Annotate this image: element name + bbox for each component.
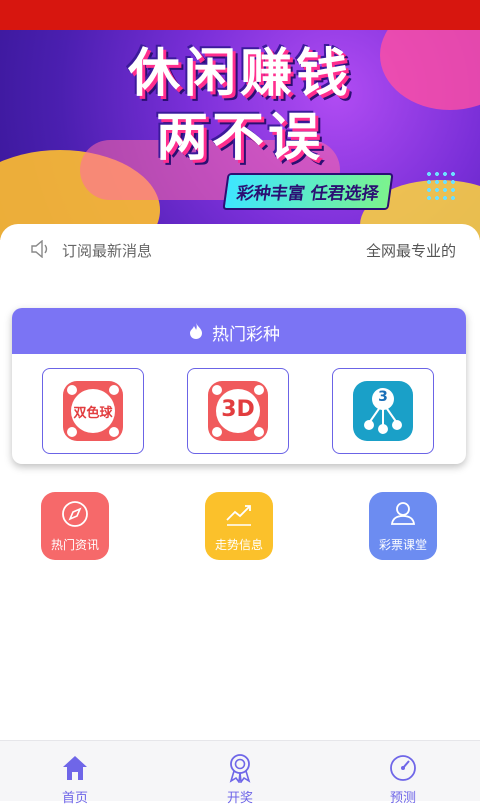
user-icon [390, 502, 416, 525]
banner-title-line2: 两不误 [155, 108, 324, 168]
shortcut-label: 走势信息 [214, 538, 263, 552]
tab-label: 开奖 [226, 791, 253, 806]
3d-lottery-icon: 3D [208, 381, 268, 441]
notice-message-scrolling: 全网最专业的 [366, 242, 457, 260]
lottery-item-double-color-ball[interactable]: 双色球 [42, 368, 144, 454]
bottom-tab-bar: 首页 开奖 预测 [0, 740, 480, 806]
shortcut-lottery-class[interactable]: 彩票课堂 [369, 492, 437, 560]
home-icon [63, 756, 87, 780]
banner-title-line1: 休闲赚钱 [127, 44, 352, 104]
hot-lottery-card: 热门彩种 双色球 3D 3 [12, 308, 466, 464]
pick-3-lottery-icon: 3 [353, 381, 413, 441]
banner-tagline: 彩种丰富 任君选择 [222, 173, 394, 210]
lottery-item-3d[interactable]: 3D [187, 368, 289, 454]
shortcut-trend-info[interactable]: 走势信息 [205, 492, 273, 560]
tab-prediction[interactable]: 预测 [343, 741, 463, 806]
speaker-icon [31, 240, 48, 258]
banner[interactable]: 休闲赚钱 两不误 彩种丰富 任君选择 [0, 30, 480, 240]
medal-icon [229, 754, 251, 783]
banner-decoration [425, 170, 455, 200]
double-color-ball-icon: 双色球 [63, 381, 123, 441]
tab-label: 预测 [389, 791, 416, 806]
gauge-icon [390, 755, 416, 781]
lottery-icon-text: 双色球 [73, 406, 113, 421]
hot-lottery-title: 热门彩种 [212, 325, 280, 345]
notice-bar[interactable]: 订阅最新消息 全网最专业的 [0, 232, 480, 266]
shortcut-label: 彩票课堂 [378, 538, 427, 552]
compass-icon [62, 501, 88, 527]
tab-home[interactable]: 首页 [15, 741, 135, 806]
shortcut-label: 热门资讯 [50, 538, 99, 552]
lottery-icon-text: 3D [221, 397, 255, 422]
shortcut-hot-news[interactable]: 热门资讯 [41, 492, 109, 560]
status-bar [0, 0, 480, 30]
banner-decoration [380, 30, 480, 110]
lottery-item-pick-3[interactable]: 3 [332, 368, 434, 454]
hot-lottery-header: 热门彩种 [12, 308, 466, 354]
tab-draw-results[interactable]: 开奖 [180, 741, 300, 806]
tab-label: 首页 [61, 791, 88, 806]
banner-title: 休闲赚钱 两不误 [95, 42, 385, 170]
lottery-icon-text: 3 [378, 389, 388, 405]
trend-chart-icon [226, 505, 251, 526]
flame-icon [190, 323, 202, 339]
notice-message: 订阅最新消息 [62, 242, 153, 260]
